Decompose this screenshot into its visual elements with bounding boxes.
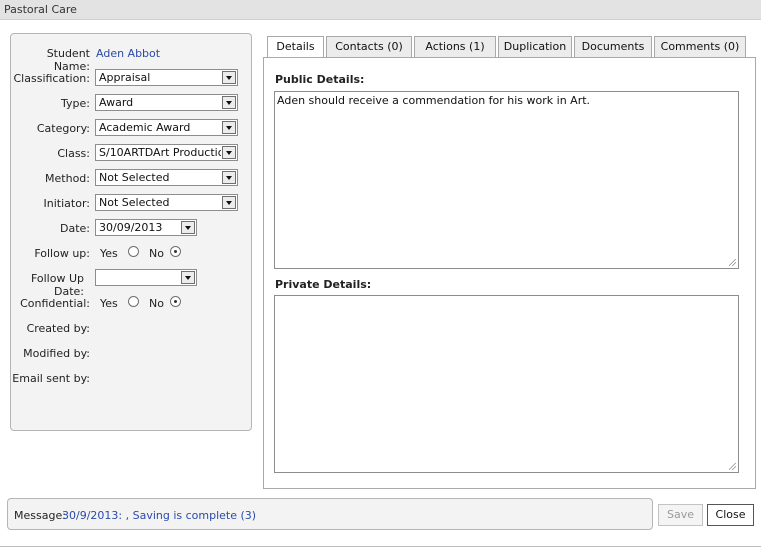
method-value: Not Selected — [99, 171, 170, 184]
tab-contacts[interactable]: Contacts (0) — [326, 36, 412, 57]
private-details-textarea[interactable] — [274, 295, 739, 473]
method-label: Method: — [45, 172, 90, 185]
public-details-textarea[interactable]: Aden should receive a commendation for h… — [274, 91, 739, 269]
confidential-yes-radio[interactable] — [128, 296, 139, 307]
follow-up-no-radio[interactable] — [170, 246, 181, 257]
email-sent-by-label: Email sent by: — [12, 372, 90, 385]
type-label: Type: — [61, 97, 90, 110]
tab-documents[interactable]: Documents — [574, 36, 652, 57]
bottom-divider — [0, 546, 761, 547]
public-details-title: Public Details: — [275, 73, 365, 86]
save-button[interactable]: Save — [658, 504, 703, 526]
private-details-title: Private Details: — [275, 278, 372, 291]
chevron-down-icon[interactable] — [222, 96, 236, 109]
chevron-down-icon[interactable] — [222, 121, 236, 134]
classification-select[interactable]: Appraisal — [95, 69, 238, 86]
student-name-label: Student Name: — [46, 47, 90, 73]
details-tab-content: Public Details: Aden should receive a co… — [263, 57, 756, 489]
follow-up-yes-radio[interactable] — [128, 246, 139, 257]
confidential-no-radio[interactable] — [170, 296, 181, 307]
modified-by-label: Modified by: — [23, 347, 90, 360]
follow-up-date-picker[interactable] — [95, 269, 197, 286]
date-picker[interactable]: 30/09/2013 — [95, 219, 197, 236]
tab-details[interactable]: Details — [267, 36, 324, 59]
initiator-label: Initiator: — [43, 197, 90, 210]
chevron-down-icon[interactable] — [181, 221, 195, 234]
follow-up-no-label: No — [149, 247, 164, 260]
date-value: 30/09/2013 — [99, 221, 163, 234]
tab-duplication[interactable]: Duplication — [498, 36, 572, 57]
window-title: Pastoral Care — [4, 3, 77, 16]
initiator-value: Not Selected — [99, 196, 170, 209]
chevron-down-icon[interactable] — [222, 196, 236, 209]
method-select[interactable]: Not Selected — [95, 169, 238, 186]
class-value: S/10ARTDArt Production — [99, 146, 221, 159]
classification-label: Classification: — [13, 72, 91, 85]
category-label: Category: — [36, 122, 90, 135]
public-details-text: Aden should receive a commendation for h… — [277, 94, 591, 107]
confidential-label: Confidential: — [20, 297, 90, 310]
chevron-down-icon[interactable] — [181, 271, 195, 284]
type-value: Award — [99, 96, 134, 109]
created-by-label: Created by: — [26, 322, 90, 335]
initiator-select[interactable]: Not Selected — [95, 194, 238, 211]
resize-grip-icon[interactable] — [729, 463, 736, 470]
tab-comments[interactable]: Comments (0) — [654, 36, 746, 57]
follow-up-label: Follow up: — [34, 247, 90, 260]
category-value: Academic Award — [99, 121, 191, 134]
class-select[interactable]: S/10ARTDArt Production — [95, 144, 238, 161]
message-bar: Message: 30/9/2013: , Saving is complete… — [7, 498, 653, 530]
confidential-yes-label: Yes — [100, 297, 118, 310]
follow-up-yes-label: Yes — [100, 247, 118, 260]
window-titlebar: Pastoral Care — [0, 0, 761, 20]
date-label: Date: — [60, 222, 90, 235]
follow-up-date-label: Follow Up Date: — [30, 272, 84, 298]
resize-grip-icon[interactable] — [729, 259, 736, 266]
chevron-down-icon[interactable] — [222, 146, 236, 159]
category-select[interactable]: Academic Award — [95, 119, 238, 136]
confidential-no-label: No — [149, 297, 164, 310]
chevron-down-icon[interactable] — [222, 71, 236, 84]
tab-actions[interactable]: Actions (1) — [414, 36, 496, 57]
student-info-panel: Student Name: Aden Abbot Classification:… — [10, 33, 252, 431]
message-label: Message: — [14, 509, 66, 522]
close-button[interactable]: Close — [707, 504, 754, 526]
status-message: 30/9/2013: , Saving is complete (3) — [62, 509, 257, 522]
classification-value: Appraisal — [99, 71, 151, 84]
student-name-value[interactable]: Aden Abbot — [96, 47, 160, 60]
chevron-down-icon[interactable] — [222, 171, 236, 184]
type-select[interactable]: Award — [95, 94, 238, 111]
class-label: Class: — [57, 147, 90, 160]
